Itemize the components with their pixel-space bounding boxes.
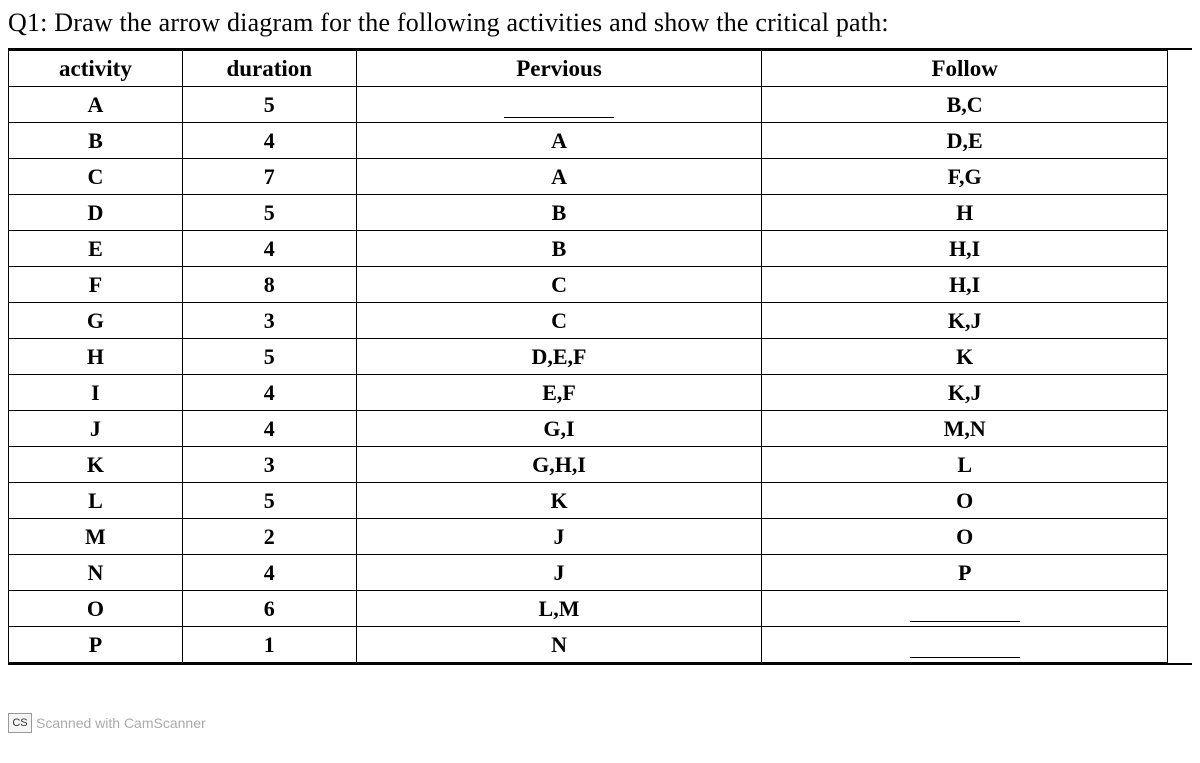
watermark: CS Scanned with CamScanner bbox=[8, 713, 206, 733]
cell-activity: I bbox=[9, 375, 183, 411]
cell-follow: K,J bbox=[762, 303, 1168, 339]
blank-underline bbox=[910, 646, 1020, 658]
table-row: H5D,E,FK bbox=[9, 339, 1168, 375]
cell-duration: 3 bbox=[182, 447, 356, 483]
cell-follow: H,I bbox=[762, 267, 1168, 303]
activities-table: activity duration Pervious Follow A5B,CB… bbox=[8, 50, 1168, 663]
cell-follow: L bbox=[762, 447, 1168, 483]
cell-activity: D bbox=[9, 195, 183, 231]
cell-duration: 7 bbox=[182, 159, 356, 195]
table-row: N4JP bbox=[9, 555, 1168, 591]
cell-follow: H bbox=[762, 195, 1168, 231]
cell-activity: A bbox=[9, 87, 183, 123]
cell-pervious: G,H,I bbox=[356, 447, 762, 483]
blank-underline bbox=[504, 106, 614, 118]
cell-activity: C bbox=[9, 159, 183, 195]
question-title: Q1: Draw the arrow diagram for the follo… bbox=[8, 8, 1192, 38]
cell-activity: B bbox=[9, 123, 183, 159]
cell-pervious bbox=[356, 87, 762, 123]
cell-follow: H,I bbox=[762, 231, 1168, 267]
blank-underline bbox=[910, 610, 1020, 622]
cell-pervious: J bbox=[356, 555, 762, 591]
cell-follow: D,E bbox=[762, 123, 1168, 159]
cell-pervious: D,E,F bbox=[356, 339, 762, 375]
cell-duration: 4 bbox=[182, 231, 356, 267]
cell-follow: O bbox=[762, 519, 1168, 555]
cell-follow: M,N bbox=[762, 411, 1168, 447]
table-row: B4AD,E bbox=[9, 123, 1168, 159]
cell-duration: 5 bbox=[182, 195, 356, 231]
cell-follow: O bbox=[762, 483, 1168, 519]
cell-activity: L bbox=[9, 483, 183, 519]
cell-activity: J bbox=[9, 411, 183, 447]
table-row: F8CH,I bbox=[9, 267, 1168, 303]
cell-activity: H bbox=[9, 339, 183, 375]
cell-pervious: B bbox=[356, 195, 762, 231]
cell-follow bbox=[762, 591, 1168, 627]
cell-pervious: A bbox=[356, 159, 762, 195]
cell-activity: P bbox=[9, 627, 183, 663]
cell-duration: 5 bbox=[182, 483, 356, 519]
watermark-text: Scanned with CamScanner bbox=[36, 715, 206, 731]
cell-pervious: E,F bbox=[356, 375, 762, 411]
header-duration: duration bbox=[182, 51, 356, 87]
table-row: G3CK,J bbox=[9, 303, 1168, 339]
cell-pervious: A bbox=[356, 123, 762, 159]
table-row: C7AF,G bbox=[9, 159, 1168, 195]
cell-duration: 3 bbox=[182, 303, 356, 339]
table-row: E4BH,I bbox=[9, 231, 1168, 267]
table-row: K3G,H,IL bbox=[9, 447, 1168, 483]
cell-follow: K,J bbox=[762, 375, 1168, 411]
cell-duration: 8 bbox=[182, 267, 356, 303]
cell-duration: 1 bbox=[182, 627, 356, 663]
cell-duration: 6 bbox=[182, 591, 356, 627]
header-pervious: Pervious bbox=[356, 51, 762, 87]
cell-pervious: C bbox=[356, 267, 762, 303]
cell-follow: F,G bbox=[762, 159, 1168, 195]
cell-follow: P bbox=[762, 555, 1168, 591]
cell-duration: 4 bbox=[182, 411, 356, 447]
table-row: O6L,M bbox=[9, 591, 1168, 627]
cell-activity: M bbox=[9, 519, 183, 555]
table-row: M2JO bbox=[9, 519, 1168, 555]
cell-duration: 5 bbox=[182, 339, 356, 375]
cell-duration: 4 bbox=[182, 375, 356, 411]
activities-table-wrapper: activity duration Pervious Follow A5B,CB… bbox=[8, 48, 1192, 665]
table-row: J4G,IM,N bbox=[9, 411, 1168, 447]
cell-pervious: G,I bbox=[356, 411, 762, 447]
cell-activity: E bbox=[9, 231, 183, 267]
cell-activity: F bbox=[9, 267, 183, 303]
cell-pervious: J bbox=[356, 519, 762, 555]
cell-duration: 5 bbox=[182, 87, 356, 123]
cell-pervious: K bbox=[356, 483, 762, 519]
cell-follow: K bbox=[762, 339, 1168, 375]
cell-follow: B,C bbox=[762, 87, 1168, 123]
header-follow: Follow bbox=[762, 51, 1168, 87]
header-activity: activity bbox=[9, 51, 183, 87]
table-row: P1N bbox=[9, 627, 1168, 663]
table-row: D5BH bbox=[9, 195, 1168, 231]
table-row: A5 B,C bbox=[9, 87, 1168, 123]
cell-pervious: L,M bbox=[356, 591, 762, 627]
cell-activity: K bbox=[9, 447, 183, 483]
watermark-cs-icon: CS bbox=[8, 713, 32, 733]
cell-follow bbox=[762, 627, 1168, 663]
cell-pervious: B bbox=[356, 231, 762, 267]
table-row: L5KO bbox=[9, 483, 1168, 519]
cell-duration: 4 bbox=[182, 123, 356, 159]
cell-pervious: C bbox=[356, 303, 762, 339]
cell-activity: N bbox=[9, 555, 183, 591]
cell-activity: O bbox=[9, 591, 183, 627]
cell-duration: 2 bbox=[182, 519, 356, 555]
table-row: I4E,FK,J bbox=[9, 375, 1168, 411]
cell-duration: 4 bbox=[182, 555, 356, 591]
cell-pervious: N bbox=[356, 627, 762, 663]
cell-activity: G bbox=[9, 303, 183, 339]
